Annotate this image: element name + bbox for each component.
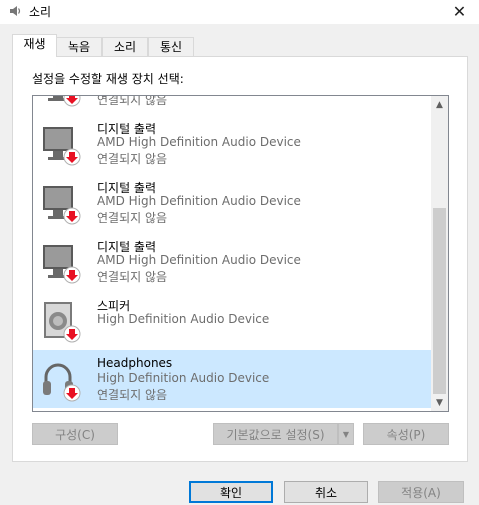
list-item[interactable]: 디지털 출력 AMD High Definition Audio Device … — [33, 173, 431, 231]
configure-button[interactable]: 구성(C) — [32, 423, 118, 445]
device-status: 연결되지 않음 — [97, 211, 168, 225]
list-item[interactable]: Headphones High Definition Audio Device … — [33, 350, 431, 408]
chevron-up-icon: ▲ — [436, 99, 443, 110]
close-button[interactable]: ✕ — [440, 0, 479, 22]
scroll-thumb[interactable] — [433, 208, 446, 394]
down-arrow-badge-icon — [63, 266, 81, 284]
properties-button[interactable]: 속성(P) — [363, 423, 449, 445]
chevron-down-icon: ▼ — [436, 397, 443, 408]
title-bar: 소리 ✕ — [0, 0, 479, 24]
set-default-button[interactable]: 기본값으로 설정(S) — [213, 423, 338, 445]
set-default-dropdown[interactable]: ▼ — [338, 423, 354, 445]
device-description: High Definition Audio Device — [97, 312, 270, 326]
device-status: 연결되지 않음 — [97, 95, 168, 107]
device-description: High Definition Audio Device — [97, 371, 270, 385]
device-description: AMD High Definition Audio Device — [97, 253, 301, 267]
list-item[interactable]: 디지털 출력 AMD High Definition Audio Device … — [33, 114, 431, 172]
device-name: Headphones — [97, 356, 173, 370]
cancel-button[interactable]: 취소 — [284, 481, 368, 503]
speaker-icon — [10, 6, 21, 16]
scroll-down-button[interactable]: ▼ — [431, 394, 448, 411]
tab-communications[interactable]: 통신 — [148, 37, 194, 56]
chevron-down-icon: ▼ — [342, 429, 350, 439]
device-list[interactable]: 연결되지 않음 디지털 출력 AMD High Definition Audio… — [32, 95, 449, 412]
tab-sounds[interactable]: 소리 — [102, 37, 148, 56]
device-status: 연결되지 않음 — [97, 270, 168, 284]
window-title: 소리 — [29, 5, 52, 19]
sound-dialog: 녹음 소리 통신 재생 설정을 수정할 재생 장치 선택: 연결되지 않음 디지… — [0, 24, 479, 505]
down-arrow-badge-icon — [63, 325, 81, 343]
device-description: AMD High Definition Audio Device — [97, 135, 301, 149]
instruction-label: 설정을 수정할 재생 장치 선택: — [32, 72, 184, 86]
vertical-scrollbar[interactable]: ▲ ▼ — [431, 96, 448, 411]
playback-panel: 설정을 수정할 재생 장치 선택: 연결되지 않음 디지털 출력 AMD Hig… — [12, 56, 468, 462]
down-arrow-badge-icon — [63, 207, 81, 225]
down-arrow-badge-icon — [63, 384, 81, 402]
tab-playback[interactable]: 재생 — [12, 34, 57, 57]
device-status: 연결되지 않음 — [97, 388, 168, 402]
apply-button[interactable]: 적용(A) — [378, 481, 464, 503]
device-status: 연결되지 않음 — [97, 152, 168, 166]
down-arrow-badge-icon — [63, 148, 81, 166]
list-item[interactable]: 연결되지 않음 — [33, 95, 431, 113]
close-icon: ✕ — [452, 1, 467, 21]
ok-button[interactable]: 확인 — [189, 481, 273, 503]
device-description: AMD High Definition Audio Device — [97, 194, 301, 208]
list-item[interactable]: 디지털 출력 AMD High Definition Audio Device … — [33, 232, 431, 290]
list-item[interactable]: 스피커 High Definition Audio Device — [33, 291, 431, 349]
scroll-up-button[interactable]: ▲ — [431, 96, 448, 113]
tab-recording[interactable]: 녹음 — [56, 37, 102, 56]
down-arrow-badge-icon — [63, 96, 81, 107]
